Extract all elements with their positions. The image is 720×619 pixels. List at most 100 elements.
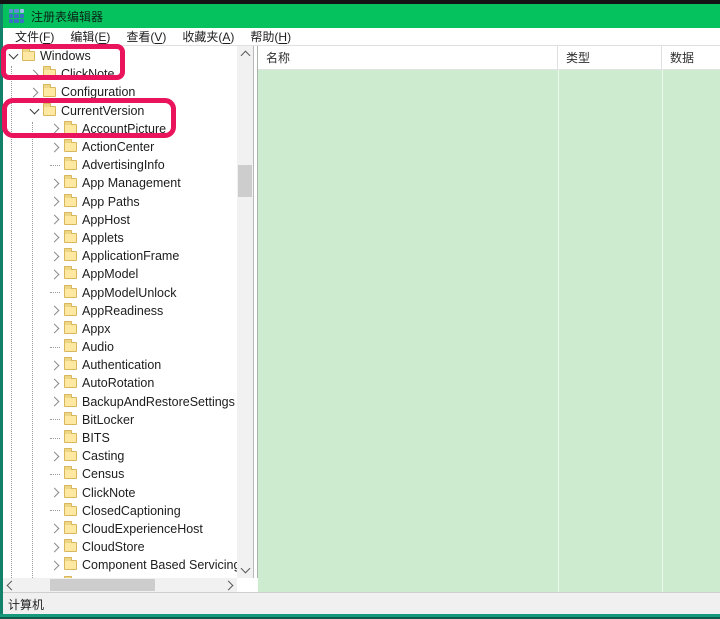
- tree-item-audio[interactable]: Audio: [3, 338, 237, 356]
- tree-item-label: Applets: [82, 231, 124, 245]
- chevron-right-icon[interactable]: [49, 233, 59, 243]
- chevron-right-icon[interactable]: [49, 524, 59, 534]
- tree-item-advertisinginfo[interactable]: AdvertisingInfo: [3, 156, 237, 174]
- menu-item-v[interactable]: 查看(V): [118, 28, 174, 45]
- tree-item-cloudexperiencehost[interactable]: CloudExperienceHost: [3, 520, 237, 538]
- tree-item-label: ActionCenter: [82, 140, 154, 154]
- tree-item-accountpicture[interactable]: AccountPicture: [3, 120, 237, 138]
- tree-item-census[interactable]: Census: [3, 465, 237, 483]
- scroll-up-arrow-icon[interactable]: [237, 46, 253, 62]
- tree-item-clicknote[interactable]: ClickNote: [3, 484, 237, 502]
- scroll-right-arrow-icon[interactable]: [223, 578, 237, 592]
- tree-item-label: ClickNote: [82, 486, 136, 500]
- tree-item-label: Configuration: [61, 85, 135, 99]
- values-list-area[interactable]: [258, 70, 720, 592]
- horizontal-scrollbar-thumb[interactable]: [50, 579, 155, 591]
- menu-item-a[interactable]: 收藏夹(A): [174, 28, 242, 45]
- title-bar: 注册表编辑器: [0, 4, 720, 28]
- chevron-right-icon[interactable]: [49, 178, 59, 188]
- chevron-right-icon[interactable]: [49, 560, 59, 570]
- column-header-data[interactable]: 数据: [662, 46, 720, 69]
- tree-item-appmodel[interactable]: AppModel: [3, 265, 237, 283]
- chevron-right-icon[interactable]: [49, 215, 59, 225]
- chevron-down-icon[interactable]: [8, 50, 18, 60]
- tree-item-bits[interactable]: BITS: [3, 429, 237, 447]
- tree-item-autorotation[interactable]: AutoRotation: [3, 374, 237, 392]
- column-header-name[interactable]: 名称: [258, 46, 558, 69]
- chevron-right-icon[interactable]: [49, 397, 59, 407]
- values-panel: 名称 类型 数据: [258, 46, 720, 592]
- chevron-right-icon[interactable]: [49, 360, 59, 370]
- tree-item-app-management[interactable]: App Management: [3, 174, 237, 192]
- registry-editor-window: 注册表编辑器 文件(F)编辑(E)查看(V)收藏夹(A)帮助(H) Window…: [0, 0, 720, 619]
- tree-item-component-based-servicing[interactable]: Component Based Servicing: [3, 556, 237, 574]
- vertical-scrollbar-thumb[interactable]: [238, 165, 252, 197]
- tree-item-label: AdvertisingInfo: [82, 158, 165, 172]
- folder-icon: [64, 342, 77, 352]
- folder-icon: [64, 288, 77, 298]
- chevron-right-icon[interactable]: [49, 324, 59, 334]
- folder-icon: [64, 160, 77, 170]
- chevron-right-icon[interactable]: [49, 451, 59, 461]
- tree-item-backupandrestoresettings[interactable]: BackupAndRestoreSettings: [3, 393, 237, 411]
- chevron-right-icon[interactable]: [49, 488, 59, 498]
- menu-bar: 文件(F)编辑(E)查看(V)收藏夹(A)帮助(H): [3, 28, 720, 46]
- tree-item-configuration[interactable]: Configuration: [3, 83, 237, 101]
- chevron-right-icon[interactable]: [49, 124, 59, 134]
- tree-item-currentversion[interactable]: CurrentVersion: [3, 102, 237, 120]
- tree-item-windows[interactable]: Windows: [3, 47, 237, 65]
- tree-item-applicationframe[interactable]: ApplicationFrame: [3, 247, 237, 265]
- column-header-type[interactable]: 类型: [558, 46, 662, 69]
- tree-item-applets[interactable]: Applets: [3, 229, 237, 247]
- chevron-right-icon[interactable]: [49, 379, 59, 389]
- tree-item-app-paths[interactable]: App Paths: [3, 193, 237, 211]
- tree-item-appx[interactable]: Appx: [3, 320, 237, 338]
- tree-item-label: AppModel: [82, 267, 138, 281]
- tree-item-cloudstore[interactable]: CloudStore: [3, 538, 237, 556]
- chevron-right-icon[interactable]: [49, 142, 59, 152]
- folder-icon: [64, 542, 77, 552]
- chevron-right-icon[interactable]: [49, 197, 59, 207]
- column-divider: [662, 70, 663, 592]
- screenshot-bottom-border: [0, 614, 720, 619]
- chevron-right-icon[interactable]: [28, 69, 38, 79]
- chevron-right-icon[interactable]: [49, 251, 59, 261]
- chevron-right-icon[interactable]: [49, 269, 59, 279]
- menu-item-e[interactable]: 编辑(E): [62, 28, 118, 45]
- folder-icon: [64, 360, 77, 370]
- folder-icon: [64, 178, 77, 188]
- folder-icon: [64, 197, 77, 207]
- tree-item-actioncenter[interactable]: ActionCenter: [3, 138, 237, 156]
- tree-vertical-scrollbar[interactable]: [237, 46, 253, 578]
- tree-item-clicknote[interactable]: ClickNote: [3, 65, 237, 83]
- tree-item-label: Component Based Servicing: [82, 558, 237, 572]
- tree-item-apphost[interactable]: AppHost: [3, 211, 237, 229]
- tree-item-label: Census: [82, 467, 124, 481]
- status-bar: 计算机: [3, 592, 720, 615]
- folder-icon: [64, 233, 77, 243]
- tree-horizontal-scrollbar[interactable]: [3, 578, 237, 592]
- tree-item-label: AutoRotation: [82, 376, 154, 390]
- tree-item-appmodelunlock[interactable]: AppModelUnlock: [3, 283, 237, 301]
- chevron-right-icon[interactable]: [28, 88, 38, 98]
- tree-item-label: App Management: [82, 176, 181, 190]
- tree-item-appreadiness[interactable]: AppReadiness: [3, 302, 237, 320]
- chevron-right-icon[interactable]: [49, 306, 59, 316]
- tree-item-label: Appx: [82, 322, 111, 336]
- registry-tree-panel[interactable]: WindowsClickNoteConfigurationCurrentVers…: [3, 46, 237, 578]
- scroll-left-arrow-icon[interactable]: [3, 578, 17, 592]
- menu-item-h[interactable]: 帮助(H): [242, 28, 299, 45]
- tree-item-casting[interactable]: Casting: [3, 447, 237, 465]
- chevron-right-icon[interactable]: [49, 542, 59, 552]
- folder-icon: [64, 524, 77, 534]
- window-title: 注册表编辑器: [31, 8, 103, 25]
- tree-item-label: AppModelUnlock: [82, 286, 177, 300]
- tree-item-closedcaptioning[interactable]: ClosedCaptioning: [3, 502, 237, 520]
- scroll-down-arrow-icon[interactable]: [237, 562, 253, 578]
- folder-icon: [64, 142, 77, 152]
- tree-rows: WindowsClickNoteConfigurationCurrentVers…: [3, 47, 237, 578]
- tree-item-bitlocker[interactable]: BitLocker: [3, 411, 237, 429]
- tree-item-authentication[interactable]: Authentication: [3, 356, 237, 374]
- chevron-down-icon[interactable]: [29, 104, 39, 114]
- menu-item-f[interactable]: 文件(F): [7, 28, 62, 45]
